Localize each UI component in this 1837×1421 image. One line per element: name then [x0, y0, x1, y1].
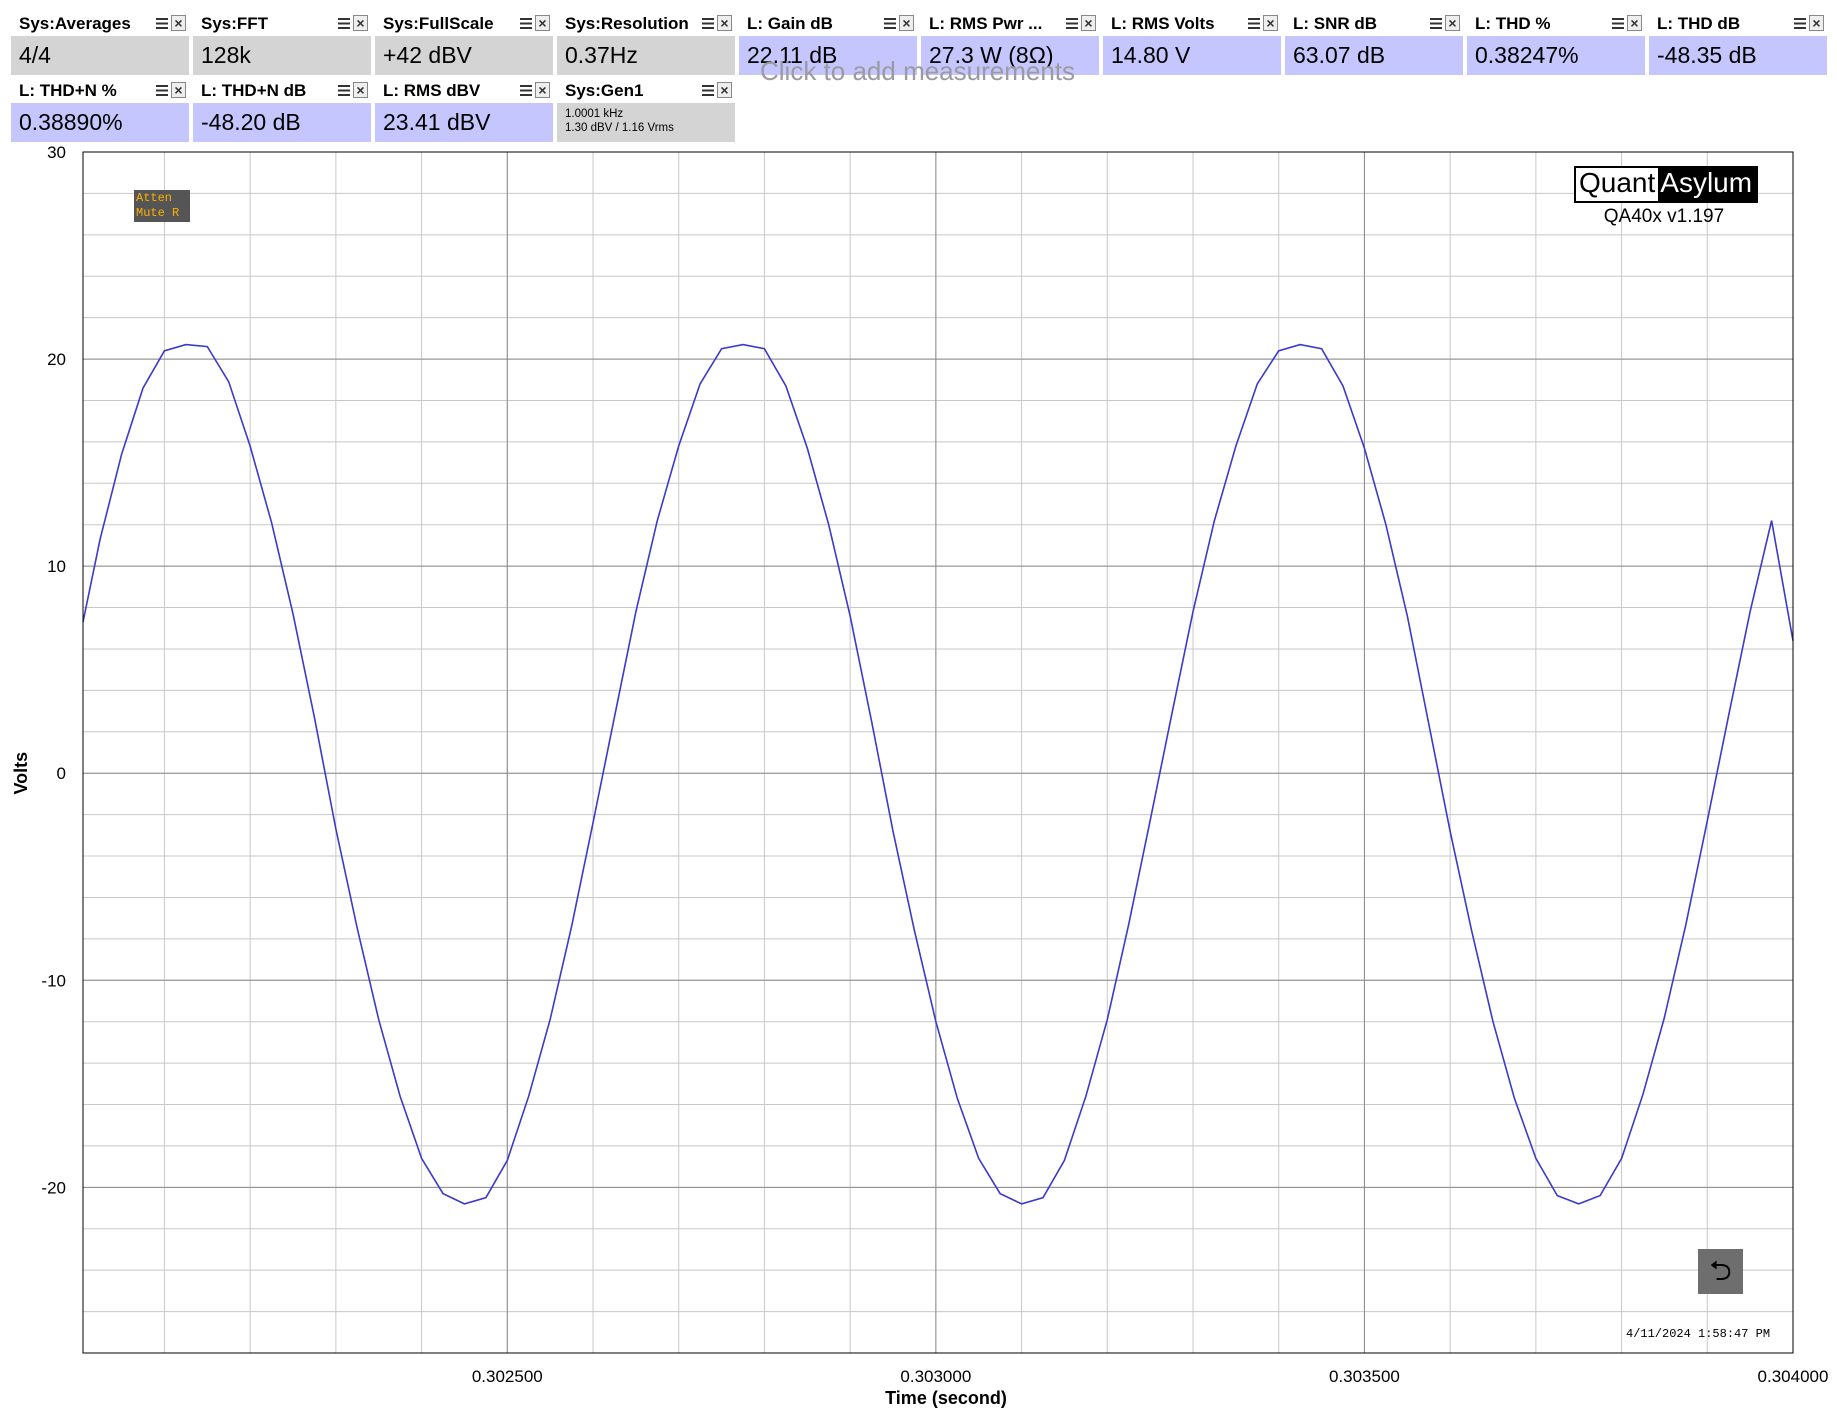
atten-text: Atten [136, 191, 173, 205]
undo-arrow-icon: ⮌ [1709, 1255, 1732, 1286]
mute-text: Mute R [136, 206, 180, 220]
quantasylum-logo: Quant Asylum [1574, 166, 1759, 203]
x-tick-label: 0.302500 [472, 1367, 543, 1386]
version-label: QA40x v1.197 [1603, 206, 1725, 227]
x-tick-label: 0.303500 [1329, 1367, 1400, 1386]
x-tick-label: 0.304000 [1758, 1367, 1829, 1386]
timestamp: 4/11/2024 1:58:47 PM [1626, 1327, 1771, 1341]
y-tick-label: 20 [47, 350, 66, 369]
x-axis-title: Time (second) [885, 1388, 1007, 1408]
y-tick-label: 10 [47, 557, 66, 576]
x-tick-label: 0.303000 [900, 1367, 971, 1386]
waveform-plot[interactable]: 0.302500 0.303000 0.303500 0.304000 30 20 10 0 -… [0, 0, 1837, 1421]
y-tick-label: -20 [41, 1178, 66, 1197]
status-badge: Atten Mute R [134, 190, 190, 222]
waveform-trace [82, 343, 1794, 1205]
logo-part-quant: Quant [1576, 168, 1659, 201]
logo-part-asylum: Asylum [1658, 168, 1757, 201]
y-tick-label: -10 [41, 971, 66, 990]
y-tick-label: 0 [57, 764, 66, 783]
back-button[interactable]: ⮌ [1698, 1249, 1743, 1294]
y-axis-title: Volts [11, 752, 31, 795]
y-tick-label: 30 [47, 143, 66, 162]
